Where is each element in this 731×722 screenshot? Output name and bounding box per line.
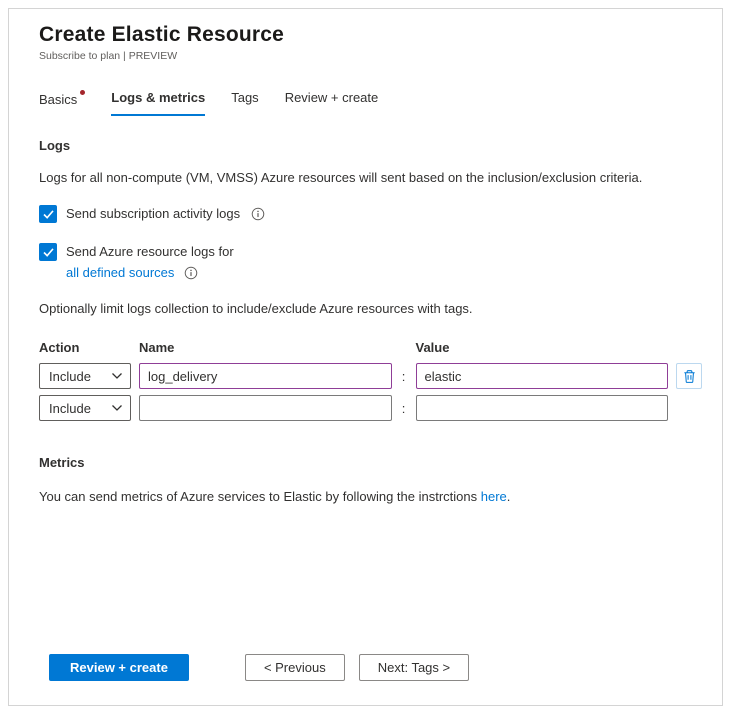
logs-heading: Logs: [9, 138, 722, 153]
metrics-text-after: .: [507, 489, 511, 504]
check-icon: [43, 248, 54, 257]
tab-logs-metrics-label: Logs & metrics: [111, 90, 205, 105]
tag-value-input[interactable]: [416, 363, 669, 389]
value-column-header: Value: [416, 340, 669, 355]
tab-basics-label: Basics: [39, 92, 77, 107]
tab-review-create[interactable]: Review + create: [285, 90, 379, 116]
name-column-header: Name: [139, 340, 392, 355]
tag-name-input[interactable]: [139, 363, 392, 389]
delete-row-button[interactable]: [676, 363, 702, 389]
page-header: Create Elastic Resource Subscribe to pla…: [9, 23, 722, 62]
send-resource-logs-checkbox[interactable]: [39, 243, 57, 261]
all-defined-sources-link[interactable]: all defined sources: [66, 265, 174, 280]
info-icon[interactable]: [184, 266, 198, 280]
metrics-description: You can send metrics of Azure services t…: [9, 488, 722, 506]
tag-separator: :: [400, 369, 408, 384]
tag-value-input[interactable]: [416, 395, 669, 421]
metrics-section: Metrics You can send metrics of Azure se…: [9, 427, 722, 506]
metrics-heading: Metrics: [9, 455, 722, 470]
page-subtitle: Subscribe to plan | PREVIEW: [39, 50, 692, 62]
review-create-button[interactable]: Review + create: [49, 654, 189, 681]
send-activity-logs-checkbox[interactable]: [39, 205, 57, 223]
chevron-down-icon: [111, 404, 123, 412]
tab-review-create-label: Review + create: [285, 90, 379, 105]
action-dropdown-value: Include: [49, 401, 91, 416]
action-dropdown[interactable]: Include: [39, 363, 131, 389]
chevron-down-icon: [111, 372, 123, 380]
create-resource-panel: Create Elastic Resource Subscribe to pla…: [8, 8, 723, 706]
info-icon-glyph: [251, 207, 265, 221]
page-title: Create Elastic Resource: [39, 23, 692, 47]
tab-tags-label: Tags: [231, 90, 258, 105]
next-tags-button[interactable]: Next: Tags >: [359, 654, 469, 681]
action-dropdown[interactable]: Include: [39, 395, 131, 421]
metrics-here-link[interactable]: here: [481, 489, 507, 504]
trash-icon: [682, 369, 697, 384]
action-dropdown-value: Include: [49, 369, 91, 384]
resource-logs-text: Send Azure resource logs for all defined…: [66, 243, 234, 280]
metrics-text-before: You can send metrics of Azure services t…: [39, 489, 481, 504]
check-icon: [43, 210, 54, 219]
tab-tags[interactable]: Tags: [231, 90, 258, 116]
info-icon-glyph: [184, 266, 198, 280]
resource-logs-row: Send Azure resource logs for all defined…: [9, 243, 722, 280]
tag-table-header: Action Name Value: [9, 340, 722, 355]
action-column-header: Action: [39, 340, 131, 355]
footer-actions: Review + create < Previous Next: Tags >: [9, 654, 722, 705]
info-icon[interactable]: [251, 207, 265, 221]
tag-separator: :: [400, 401, 408, 416]
tab-basics[interactable]: Basics: [39, 90, 85, 116]
tags-note: Optionally limit logs collection to incl…: [9, 300, 722, 318]
logs-section: Logs Logs for all non-compute (VM, VMSS)…: [9, 116, 722, 427]
tab-logs-metrics[interactable]: Logs & metrics: [111, 90, 205, 116]
basics-validation-dot: [80, 90, 85, 95]
resource-logs-link-line: all defined sources: [66, 265, 234, 280]
tag-row: Include :: [9, 395, 722, 421]
logs-description: Logs for all non-compute (VM, VMSS) Azur…: [9, 169, 722, 187]
activity-logs-label: Send subscription activity logs: [66, 205, 240, 223]
tag-name-input[interactable]: [139, 395, 392, 421]
tag-row: Include :: [9, 363, 722, 389]
tab-bar: Basics Logs & metrics Tags Review + crea…: [9, 90, 722, 116]
resource-logs-label: Send Azure resource logs for: [66, 243, 234, 261]
previous-button[interactable]: < Previous: [245, 654, 345, 681]
activity-logs-row: Send subscription activity logs: [9, 205, 722, 223]
